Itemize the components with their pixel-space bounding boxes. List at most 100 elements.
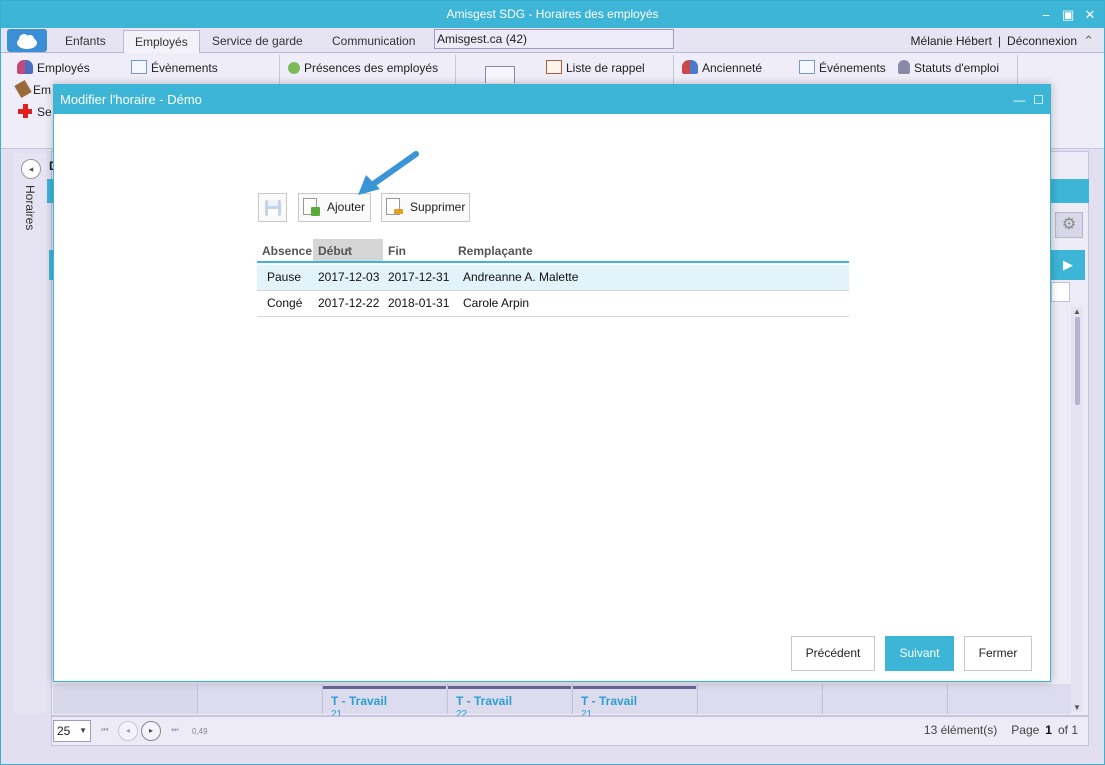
ribbon-presences[interactable]: Présences des employés [288,58,438,78]
maximize-icon[interactable]: ☐ [1033,93,1044,107]
ribbon-evenements-label: Évènements [151,61,218,75]
ribbon-evenements[interactable]: Évènements [131,58,218,78]
schedule-cell-empty[interactable] [822,684,946,714]
page-label: Page [1011,723,1040,737]
pager-info: 13 élément(s) Page 1 of 1 [924,723,1078,737]
next-page-button[interactable]: ▸ [141,721,161,741]
schedule-header-strip [1051,179,1089,203]
table-row[interactable]: Pause 2017-12-03 2017-12-31 Andreanne A.… [257,265,849,291]
schedule-cell[interactable]: T - Travail 21 [322,684,446,720]
gavel-icon [14,79,32,99]
cell-absence: Congé [267,296,303,310]
schedule-cell-empty[interactable] [947,684,1071,714]
close-icon[interactable]: ✕ [1084,7,1096,23]
last-page-icon[interactable]: ⏭ [165,721,185,741]
ribbon-evenements-2[interactable]: Événements [799,58,886,78]
column-fin[interactable]: Fin [383,239,453,261]
items-count: 13 élément(s) [923,723,998,737]
tab-service-de-garde[interactable]: Service de garde [201,30,314,53]
save-icon [265,200,281,216]
previous-button[interactable]: Précédent [791,636,875,671]
user-name: Mélanie Hébert [910,34,992,48]
ribbon-separator [673,55,674,85]
dialog-controls: — ☐ [1013,85,1044,114]
save-button[interactable] [258,193,287,222]
gear-icon[interactable]: ⚙ [1055,212,1083,238]
cell-fin: 2017-12-31 [388,270,450,284]
tab-communication[interactable]: Communication [321,30,426,53]
schedule-cell-bar [573,686,696,689]
cell-fin: 2018-01-31 [388,296,450,310]
ribbon-liste-rappel[interactable]: Liste de rappel [546,58,645,78]
absence-table-header: Absence Début ▲ Fin Remplaçante [257,239,849,263]
side-panel [13,153,47,713]
user-area: Mélanie Hébert | Déconnexion ⌃ [911,30,1094,52]
first-page-icon[interactable]: ⏮ [95,721,115,741]
ribbon-partial-2[interactable]: Se [17,102,52,122]
tab-employes[interactable]: Employés [123,30,200,53]
ribbon-evenements-2-label: Événements [819,61,886,75]
ribbon-separator [455,55,456,85]
column-remplacante[interactable]: Remplaçante [453,239,593,261]
seniority-icon [682,60,698,74]
ribbon-separator [279,55,280,85]
page-size-select[interactable]: 25 ▼ [53,720,91,742]
play-icon[interactable]: ▶ [1051,250,1085,280]
ribbon-partial-1-label: Em [33,83,51,97]
schedule-cell[interactable]: T - Travail 22 [447,684,571,720]
ribbon-anciennete[interactable]: Ancienneté [682,58,762,78]
scrollbar-thumb[interactable] [1075,317,1080,405]
ribbon-liste-rappel-label: Liste de rappel [566,61,645,75]
tab-enfants[interactable]: Enfants [54,30,117,53]
calendar-clock-icon[interactable] [485,66,515,83]
cell-remplacante: Carole Arpin [463,296,530,310]
ribbon-employes-label: Employés [37,61,90,75]
logout-link[interactable]: Déconnexion [1007,30,1077,52]
ribbon-employes[interactable]: Employés [17,58,90,78]
schedule-cell[interactable]: T - Travail 21 [572,684,696,720]
delete-icon [394,209,403,214]
minimize-icon[interactable]: — [1013,93,1025,107]
cloud-icon [17,34,37,49]
events-icon [799,60,815,74]
prev-page-button[interactable]: ◂ [118,721,138,741]
events-icon [131,60,147,74]
user-separator: | [997,34,1002,48]
chevron-down-icon: ▼ [79,726,87,735]
schedule-cell-empty[interactable] [697,684,821,714]
ribbon-separator [1017,55,1018,85]
job-status-icon [898,60,910,74]
site-selector[interactable]: Amisgest.ca (42) [434,29,674,49]
column-absence[interactable]: Absence [257,239,313,261]
close-button[interactable]: Fermer [964,636,1032,671]
scroll-down-icon[interactable]: ▼ [1073,703,1081,712]
cell-remplacante: Andreanne A. Malette [463,270,579,284]
maximize-icon[interactable]: ▣ [1062,7,1074,23]
pager-small-text: 0,49 [192,727,208,736]
table-row[interactable]: Congé 2017-12-22 2018-01-31 Carole Arpin [257,291,849,317]
page-number[interactable]: 1 [1045,723,1052,737]
window-controls: ⎯ ▣ ✕ [1040,1,1096,28]
side-panel-label[interactable]: Horaires [23,185,37,230]
cell-debut: 2017-12-22 [318,296,380,310]
add-icon [311,207,320,216]
ribbon-partial-1[interactable]: Em [14,79,51,100]
cell-absence: Pause [267,270,302,284]
column-debut[interactable]: Début ▲ [313,239,383,261]
app-menu-button[interactable] [7,29,47,52]
ribbon-statuts[interactable]: Statuts d'emploi [898,58,999,78]
schedule-cell-bar [323,686,446,689]
collapse-ribbon-icon[interactable]: ⌃ [1083,30,1094,52]
next-button[interactable]: Suivant [885,636,954,671]
minimize-icon[interactable]: ⎯ [1040,7,1052,23]
ribbon-statuts-label: Statuts d'emploi [914,61,1000,75]
page-of-label: of 1 [1057,723,1078,737]
edit-schedule-dialog: Modifier l'horaire - Démo — ☐ Ajouter Su… [53,84,1051,682]
scroll-up-icon[interactable]: ▲ [1073,307,1081,316]
schedule-search-box[interactable] [1051,282,1070,302]
schedule-cell-label: T - Travail [331,694,388,708]
schedule-cell-empty[interactable] [197,684,321,714]
side-panel-collapse-button[interactable]: ◂ [21,159,41,179]
schedule-cell-label: T - Travail [581,694,638,708]
schedule-cell-bar [448,686,571,689]
